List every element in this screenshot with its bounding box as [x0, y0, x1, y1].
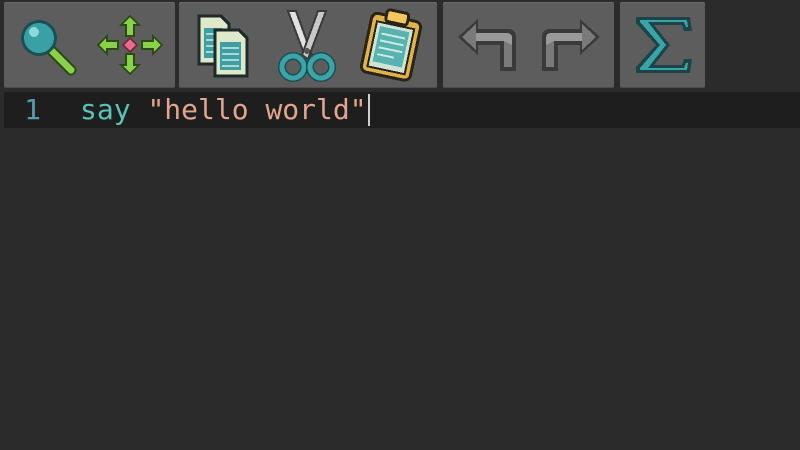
toolbar-group-clipboard: [179, 2, 437, 88]
current-line[interactable]: 1 say "hello world": [4, 92, 800, 128]
string-token: "hello world": [147, 93, 367, 126]
scissors-icon: [278, 10, 336, 82]
zoom-button[interactable]: [6, 2, 86, 88]
code-editor[interactable]: 1 say "hello world": [0, 90, 800, 450]
undo-arrow-icon: [458, 19, 516, 71]
toolbar: [0, 0, 800, 90]
keyword-token: say: [80, 93, 131, 126]
undo-button[interactable]: [447, 2, 527, 88]
move-arrows-icon: [96, 14, 164, 76]
redo-arrow-icon: [542, 19, 600, 71]
app-window: 1 say "hello world": [0, 0, 800, 450]
magnifier-icon: [21, 20, 77, 76]
copy-button[interactable]: [183, 2, 263, 88]
code-line[interactable]: say "hello world": [80, 92, 370, 128]
toolbar-group-math: [620, 2, 705, 88]
text-cursor: [367, 94, 370, 126]
copy-pages-icon: [197, 14, 249, 78]
redo-button[interactable]: [531, 2, 611, 88]
paste-button[interactable]: [351, 2, 433, 88]
clipboard-icon: [359, 8, 423, 82]
toolbar-group-navigation: [4, 2, 175, 88]
line-number: 1: [24, 93, 41, 126]
sigma-icon: [635, 17, 692, 73]
sum-button[interactable]: [622, 2, 703, 88]
toolbar-group-history: [443, 2, 614, 88]
cut-button[interactable]: [267, 2, 347, 88]
pan-button[interactable]: [90, 2, 170, 88]
